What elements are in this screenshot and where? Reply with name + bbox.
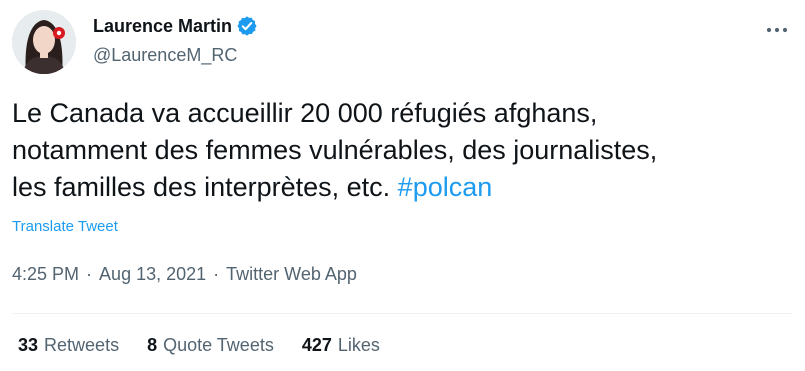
hashtag-link[interactable]: #polcan (398, 172, 493, 202)
retweets-stat[interactable]: 33 Retweets (18, 333, 119, 357)
name-row: Laurence Martin (93, 14, 735, 38)
more-dots-icon (766, 27, 788, 33)
translate-tweet-link[interactable]: Translate Tweet (12, 217, 118, 237)
verified-badge-icon (236, 15, 258, 37)
tweet-time[interactable]: 4:25 PM (12, 262, 79, 286)
tweet-meta: 4:25 PM · Aug 13, 2021 · Twitter Web App (12, 262, 357, 286)
avatar[interactable] (12, 10, 76, 74)
author-block: Laurence Martin @LaurenceM_RC (93, 14, 735, 66)
likes-label: Likes (337, 335, 380, 355)
meta-separator: · (213, 264, 220, 284)
tweet-text: Le Canada va accueillir 20 000 réfugiés … (12, 95, 792, 206)
tweet-date[interactable]: Aug 13, 2021 (99, 262, 206, 286)
retweets-label: Retweets (44, 335, 120, 355)
quote-tweets-count: 8 (147, 335, 158, 355)
quote-tweets-label: Quote Tweets (163, 335, 274, 355)
author-display-name[interactable]: Laurence Martin (93, 14, 232, 38)
meta-separator: · (86, 264, 93, 284)
author-handle[interactable]: @LaurenceM_RC (93, 44, 735, 66)
divider (12, 313, 793, 314)
tweet-text-main: Le Canada va accueillir 20 000 réfugiés … (12, 98, 658, 202)
tweet-card: Laurence Martin @LaurenceM_RC Le Canada … (0, 0, 805, 371)
tweet-stats: 33 Retweets 8 Quote Tweets 427 Likes (18, 333, 408, 357)
quote-tweets-stat[interactable]: 8 Quote Tweets (147, 333, 274, 357)
avatar-image (12, 10, 76, 74)
likes-stat[interactable]: 427 Likes (302, 333, 380, 357)
more-options-button[interactable] (759, 18, 795, 42)
likes-count: 427 (301, 335, 332, 355)
retweets-count: 33 (18, 335, 39, 355)
tweet-source: Twitter Web App (226, 264, 357, 284)
